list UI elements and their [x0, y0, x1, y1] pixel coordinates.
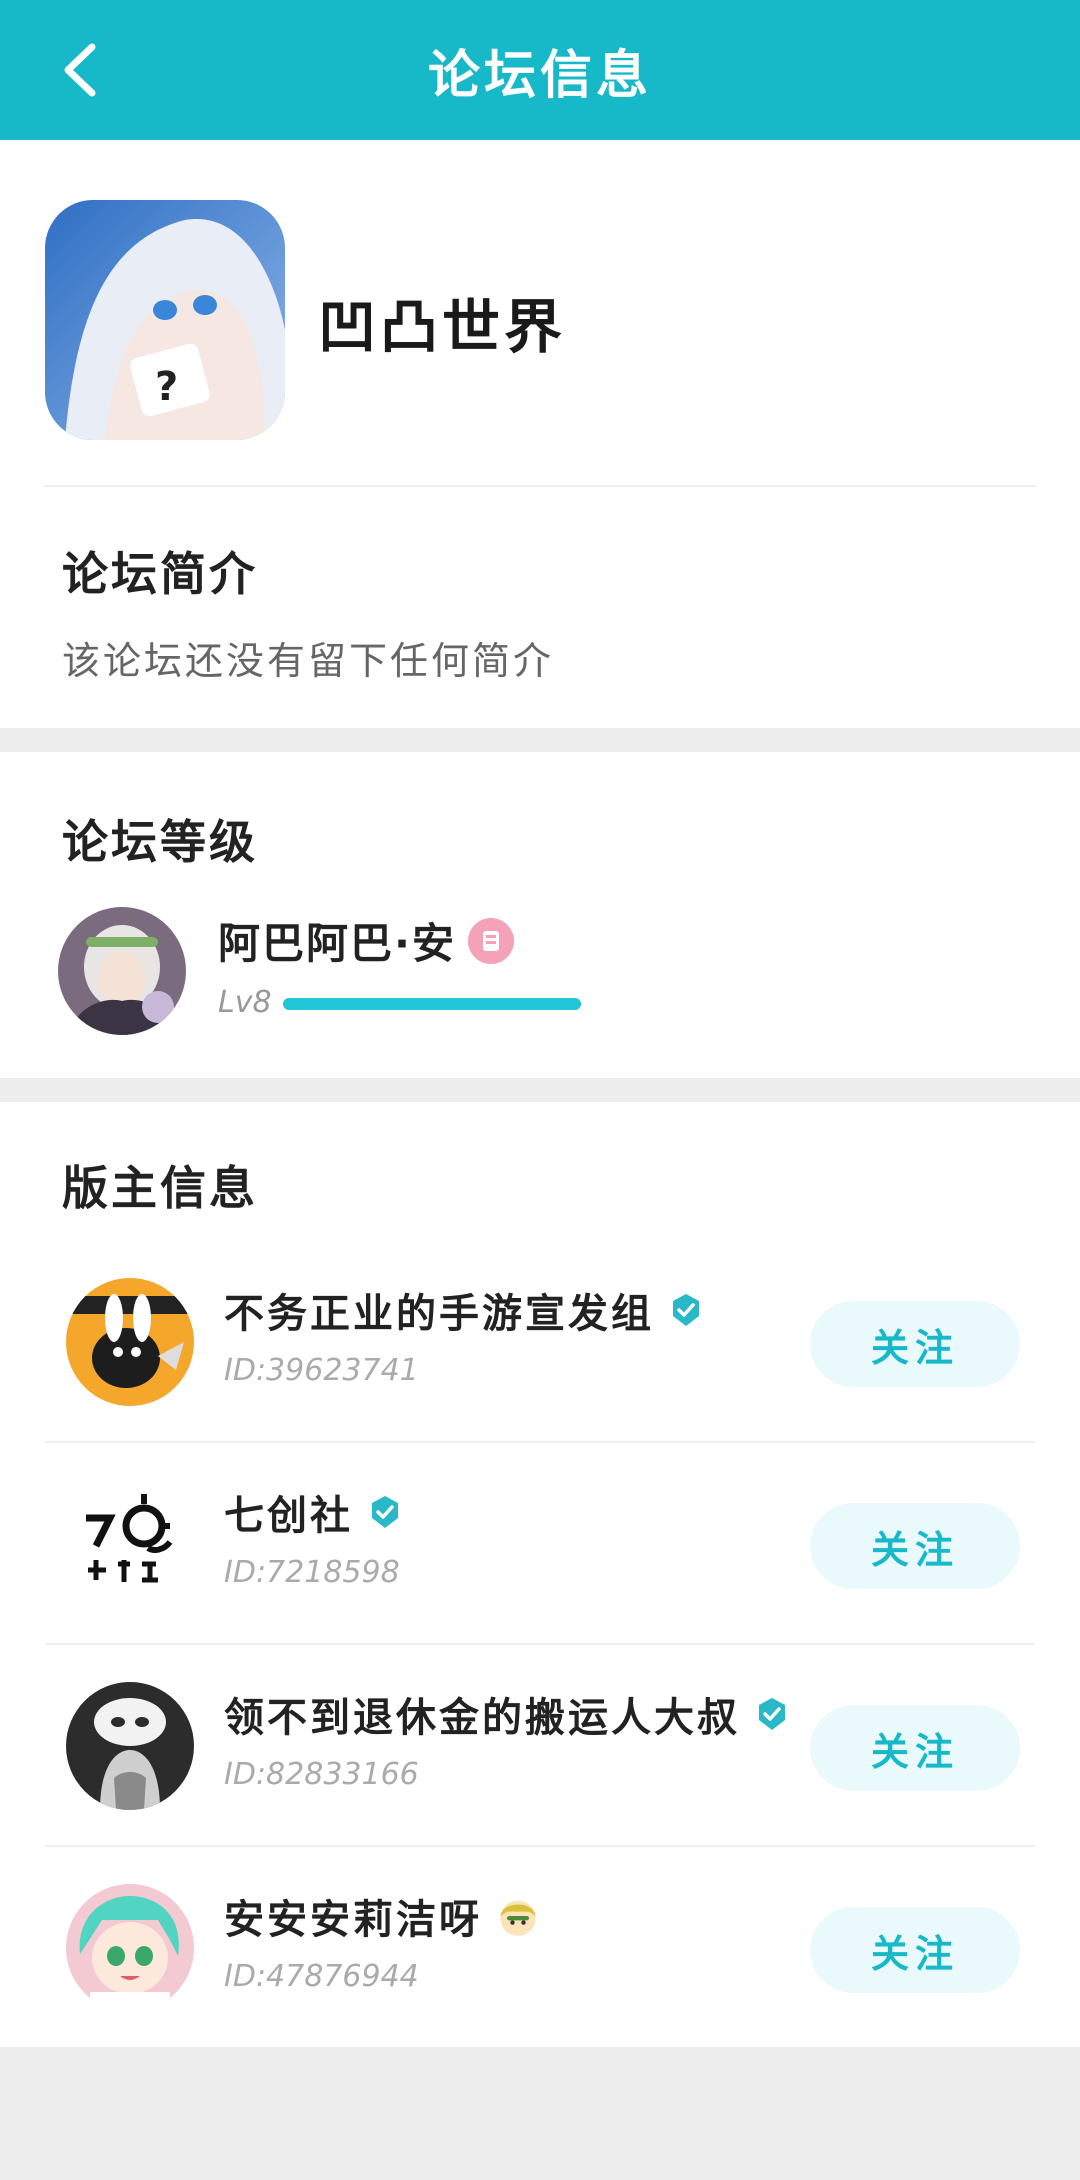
level-progress-fill: [283, 998, 581, 1010]
level-user-name: 阿巴阿巴·安: [218, 919, 456, 968]
moderator-name: 安安安莉洁呀: [224, 1897, 482, 1943]
moderator-name-row: 安安安莉洁呀: [224, 1887, 540, 1945]
moderator-row[interactable]: 不务正业的手游宣发组 ID:39623741 关注: [0, 1241, 1080, 1443]
verified-icon: [759, 1698, 785, 1730]
moderator-avatar[interactable]: [66, 1884, 194, 2012]
forum-level-card: 论坛等级 阿巴阿巴·安 Lv8: [0, 752, 1080, 1078]
verified-icon: [673, 1294, 699, 1326]
level-progress-bar: [283, 998, 581, 1010]
level-label: Lv8: [218, 985, 272, 1020]
moderator-name-row: 七创社: [224, 1483, 403, 1541]
follow-button[interactable]: 关注: [810, 1503, 1020, 1589]
moderator-name: 不务正业的手游宣发组: [224, 1291, 654, 1337]
forum-info-card: ? 凹凸世界 论坛简介 该论坛还没有留下任何简介: [0, 140, 1080, 728]
moderators-card: 版主信息 不务正业的手游宣发组 ID:39623741 关注 七创社 ID:72…: [0, 1102, 1080, 2047]
level-title: 论坛等级: [62, 815, 258, 869]
moderator-row[interactable]: 七创社 ID:7218598 关注: [0, 1443, 1080, 1645]
intro-title: 论坛简介: [62, 547, 258, 601]
follow-button[interactable]: 关注: [810, 1705, 1020, 1791]
moderator-name-row: 领不到退休金的搬运人大叔: [224, 1685, 790, 1743]
divider: [45, 485, 1035, 487]
moderator-id: ID:82833166: [224, 1757, 419, 1792]
moderator-row[interactable]: 领不到退休金的搬运人大叔 ID:82833166 关注: [0, 1645, 1080, 1847]
moderator-avatar[interactable]: [66, 1682, 194, 1810]
level-user-name-row: 阿巴阿巴·安: [218, 910, 514, 971]
moderator-name: 七创社: [224, 1493, 353, 1539]
follow-button[interactable]: 关注: [810, 1907, 1020, 1993]
top-bar: 论坛信息: [0, 0, 1080, 140]
svg-text:?: ?: [155, 364, 178, 410]
moderator-avatar[interactable]: [66, 1278, 194, 1406]
level-user-avatar[interactable]: [58, 907, 186, 1035]
fan-badge-icon: [467, 917, 514, 964]
forum-name: 凹凸世界: [318, 293, 567, 361]
intro-text: 该论坛还没有留下任何简介: [62, 639, 555, 683]
moderator-name-row: 不务正业的手游宣发组: [224, 1281, 704, 1339]
moderator-id: ID:47876944: [224, 1959, 419, 1994]
moderators-title: 版主信息: [62, 1161, 258, 1215]
forum-avatar: ?: [45, 200, 285, 440]
follow-button[interactable]: 关注: [810, 1301, 1020, 1387]
chevron-left-icon: [64, 43, 96, 97]
moderator-avatar[interactable]: [66, 1480, 194, 1608]
moderator-name: 领不到退休金的搬运人大叔: [224, 1695, 740, 1741]
moderator-row[interactable]: 安安安莉洁呀 ID:47876944 关注: [0, 1847, 1080, 2049]
verified-icon: [372, 1496, 398, 1528]
moderator-id: ID:39623741: [224, 1353, 419, 1388]
emoji-sticker-icon: [500, 1900, 536, 1936]
back-button[interactable]: [40, 30, 120, 110]
moderator-id: ID:7218598: [224, 1555, 400, 1590]
page-title: 论坛信息: [427, 45, 652, 106]
